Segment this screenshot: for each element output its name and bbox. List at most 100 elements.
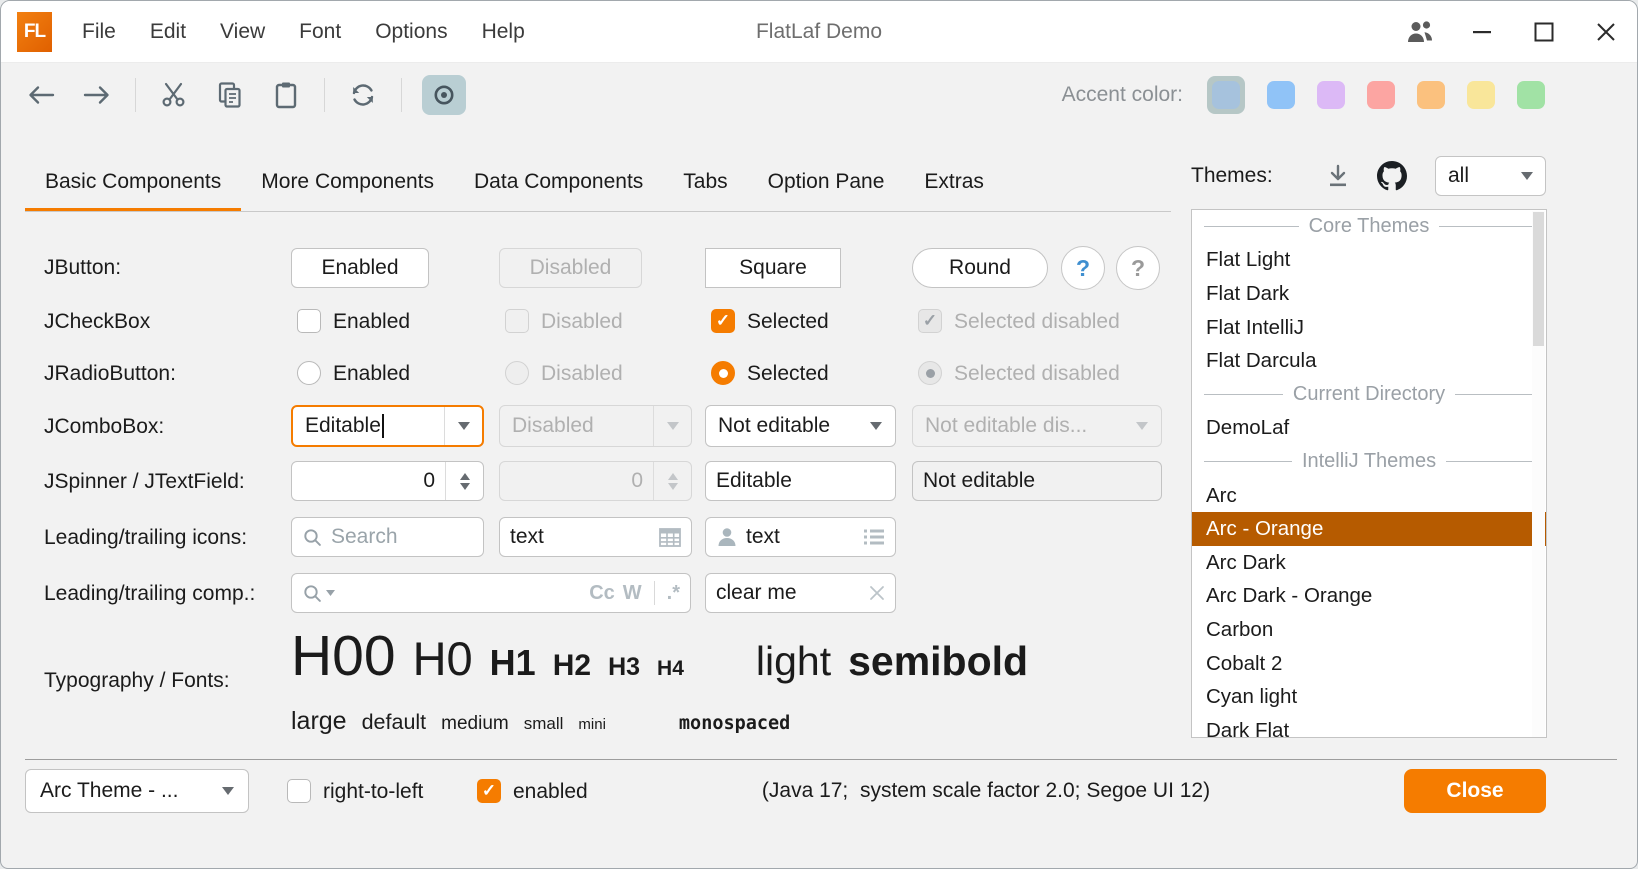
h1-sample: H1 (490, 642, 536, 684)
leading-trailing-comp-label: Leading/trailing comp.: (44, 582, 255, 606)
theme-item-flat-intellij[interactable]: Flat IntelliJ (1192, 311, 1546, 345)
tab-more-components[interactable]: More Components (241, 151, 454, 212)
square-button[interactable]: Square (705, 248, 841, 288)
help-button-secondary[interactable]: ? (1116, 246, 1160, 290)
download-icon[interactable] (1325, 163, 1351, 189)
clearable-input[interactable]: clear me (705, 573, 896, 613)
text-input-calendar[interactable]: text (499, 517, 692, 557)
theme-item-flat-light[interactable]: Flat Light (1192, 244, 1546, 278)
disabled-button: Disabled (499, 248, 642, 288)
menu-help[interactable]: Help (465, 1, 542, 63)
cut-icon[interactable] (156, 77, 192, 113)
round-button[interactable]: Round (912, 248, 1048, 288)
themes-separator: Core Themes (1192, 210, 1546, 244)
tab-tabs[interactable]: Tabs (663, 151, 747, 212)
checkbox-enabled[interactable] (297, 309, 321, 333)
accent-swatch-purple[interactable] (1317, 81, 1345, 109)
tab-extras[interactable]: Extras (904, 151, 1004, 212)
combobox-editable[interactable]: Editable (291, 405, 484, 447)
menu-view[interactable]: View (203, 1, 282, 63)
radio-disabled (505, 361, 529, 385)
accent-swatch-green[interactable] (1517, 81, 1545, 109)
inspect-toggle-button[interactable] (422, 75, 466, 115)
default-sample: default (362, 710, 427, 735)
typography-scales: large default medium small mini monospac… (291, 707, 1191, 736)
menu-bar: File Edit View Font Options Help (65, 1, 542, 63)
light-weight-sample: light (756, 638, 831, 685)
menu-options[interactable]: Options (358, 1, 464, 63)
close-button[interactable]: Close (1404, 769, 1546, 813)
app-window: FL File Edit View Font Options Help Flat… (0, 0, 1638, 869)
theme-item-dark-flat[interactable]: Dark Flat (1192, 714, 1546, 738)
window-controls (1389, 1, 1637, 63)
search-dropdown-icon[interactable] (302, 583, 335, 604)
theme-item-flat-dark[interactable]: Flat Dark (1192, 277, 1546, 311)
theme-item-arc-orange[interactable]: Arc - Orange (1192, 512, 1546, 546)
theme-item-carbon[interactable]: Carbon (1192, 613, 1546, 647)
radio-selected-disabled-label: Selected disabled (954, 362, 1120, 386)
spinner-up-icon[interactable] (460, 473, 470, 480)
paste-icon[interactable] (268, 77, 304, 113)
theme-quick-value: Arc Theme - ... (40, 779, 178, 803)
github-icon[interactable] (1377, 161, 1407, 191)
spinner-down-icon[interactable] (460, 483, 470, 490)
right-to-left-checkbox[interactable] (287, 779, 311, 803)
chevron-down-icon (870, 422, 882, 430)
menu-file[interactable]: File (65, 1, 133, 63)
close-window-button[interactable] (1575, 1, 1637, 63)
accent-swatch-blue-muted[interactable] (1212, 81, 1240, 109)
accent-swatch-red[interactable] (1367, 81, 1395, 109)
accent-swatch-yellow[interactable] (1467, 81, 1495, 109)
forward-button[interactable] (79, 77, 115, 113)
search-with-options-input[interactable]: Cc W .* (291, 573, 691, 613)
tab-basic-components[interactable]: Basic Components (25, 151, 241, 212)
enabled-checkbox[interactable]: ✓ (477, 779, 501, 803)
checkbox-selected[interactable]: ✓ (711, 309, 735, 333)
search-input[interactable]: Search (291, 517, 484, 557)
leading-trailing-icons-label: Leading/trailing icons: (44, 526, 247, 550)
regex-button[interactable]: .* (667, 582, 680, 605)
scrollbar-thumb[interactable] (1533, 212, 1544, 346)
tab-data-components[interactable]: Data Components (454, 151, 663, 212)
textfield-editable[interactable]: Editable (705, 461, 896, 501)
enabled-button[interactable]: Enabled (291, 248, 429, 288)
tab-option-pane[interactable]: Option Pane (748, 151, 905, 212)
themes-separator: IntelliJ Themes (1192, 445, 1546, 479)
back-button[interactable] (23, 77, 59, 113)
help-button-primary[interactable]: ? (1061, 246, 1105, 290)
theme-item-cobalt-2[interactable]: Cobalt 2 (1192, 647, 1546, 681)
theme-item-demolaf[interactable]: DemoLaf (1192, 412, 1546, 446)
combobox-not-editable[interactable]: Not editable (705, 405, 896, 447)
theme-item-flat-darcula[interactable]: Flat Darcula (1192, 344, 1546, 378)
match-case-button[interactable]: Cc (589, 582, 615, 605)
menu-edit[interactable]: Edit (133, 1, 203, 63)
accent-swatch-blue[interactable] (1267, 81, 1295, 109)
themes-scrollbar[interactable] (1532, 211, 1545, 738)
text-input-user[interactable]: text (705, 517, 896, 557)
theme-item-arc[interactable]: Arc (1192, 479, 1546, 513)
refresh-icon[interactable] (345, 77, 381, 113)
copy-icon[interactable] (212, 77, 248, 113)
themes-filter-combobox[interactable]: all (1435, 156, 1546, 196)
accent-swatch-orange[interactable] (1417, 81, 1445, 109)
clear-icon[interactable] (869, 585, 885, 601)
accent-color-label: Accent color: (1062, 83, 1183, 107)
maximize-button[interactable] (1513, 1, 1575, 63)
mini-sample: mini (578, 716, 606, 733)
users-icon[interactable] (1389, 1, 1451, 63)
theme-item-cyan-light[interactable]: Cyan light (1192, 680, 1546, 714)
radio-selected[interactable] (711, 361, 735, 385)
spinner[interactable]: 0 (291, 461, 484, 501)
menu-font[interactable]: Font (282, 1, 358, 63)
spinner-up-icon (668, 473, 678, 480)
whole-word-button[interactable]: W (623, 582, 642, 605)
minimize-button[interactable] (1451, 1, 1513, 63)
list-icon (863, 528, 885, 546)
chevron-down-icon (458, 422, 470, 430)
radio-enabled[interactable] (297, 361, 321, 385)
theme-item-arc-dark-orange[interactable]: Arc Dark - Orange (1192, 580, 1546, 614)
large-sample: large (291, 707, 347, 736)
theme-quick-combobox[interactable]: Arc Theme - ... (25, 769, 249, 813)
theme-item-arc-dark[interactable]: Arc Dark (1192, 546, 1546, 580)
radio-selected-disabled (918, 361, 942, 385)
